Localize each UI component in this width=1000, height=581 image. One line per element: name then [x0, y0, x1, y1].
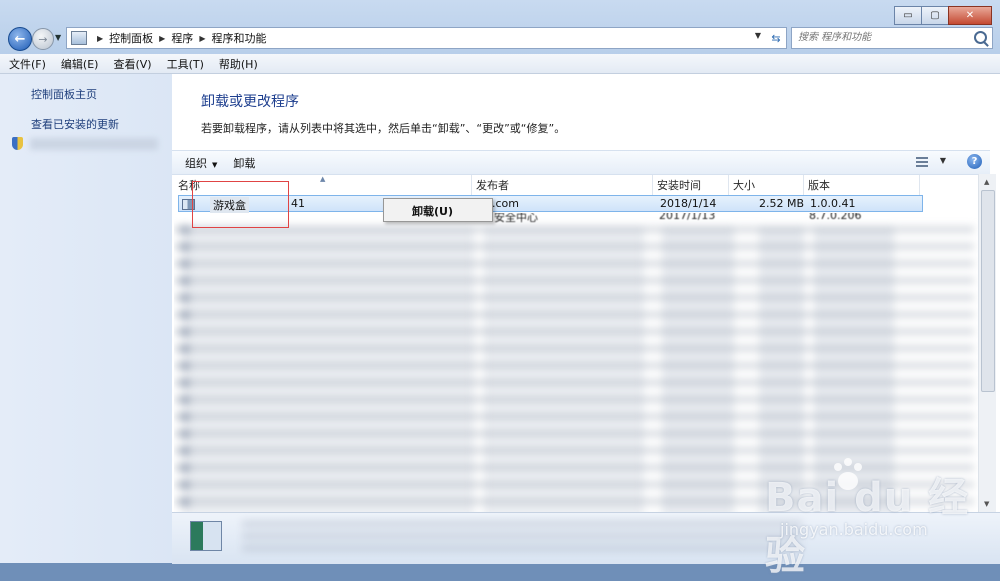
organize-label: 组织 — [185, 156, 207, 170]
blurred-details — [242, 521, 802, 551]
scroll-up-icon[interactable]: ▲ — [984, 178, 989, 186]
back-arrow-icon: ← — [14, 31, 26, 47]
search-icon[interactable] — [974, 31, 987, 44]
address-dropdown-icon[interactable]: ▼ — [755, 31, 761, 40]
highlight-box — [192, 181, 289, 228]
row-install-date: 2017/1/13 — [659, 213, 716, 222]
table-row[interactable]: 安全中心 2017/1/13 8.7.0.206 — [178, 213, 923, 223]
scrollbar-thumb[interactable] — [981, 190, 995, 392]
maximize-button[interactable]: ▢ — [921, 6, 949, 25]
selected-program-icon — [190, 521, 222, 551]
page-title: 卸载或更改程序 — [201, 94, 299, 110]
control-panel-icon — [71, 31, 87, 45]
breadcrumb-control-panel[interactable]: 控制面板 — [109, 30, 153, 46]
help-icon[interactable]: ? — [967, 154, 982, 169]
navigation-bar: ← → ▼ ▶ 控制面板 ▶ 程序 ▶ 程序和功能 ▼ ⇆ — [0, 26, 1000, 51]
program-size: 2.52 MB — [759, 197, 805, 210]
context-menu: 卸载(U) — [383, 198, 493, 222]
breadcrumb-separator-icon[interactable]: ▶ — [159, 34, 165, 43]
back-button[interactable]: ← — [8, 27, 32, 51]
vertical-scrollbar[interactable]: ▲ ▼ — [978, 174, 996, 512]
breadcrumb-separator-icon[interactable]: ▶ — [199, 34, 205, 43]
menu-tools[interactable]: 工具(T) — [158, 56, 210, 72]
view-installed-updates-link[interactable]: 查看已安装的更新 — [31, 116, 119, 132]
sort-ascending-icon: ▲ — [320, 175, 326, 183]
column-header-publisher[interactable]: 发布者 — [472, 175, 653, 195]
minimize-button[interactable]: ▭ — [894, 6, 922, 25]
column-header-version[interactable]: 版本 — [804, 175, 920, 195]
history-dropdown-icon[interactable]: ▼ — [55, 33, 61, 42]
program-publisher: .com — [492, 197, 519, 210]
column-header-install-date[interactable]: 安装时间 — [653, 175, 729, 195]
address-bar[interactable]: ▶ 控制面板 ▶ 程序 ▶ 程序和功能 ▼ — [66, 27, 768, 49]
view-options-icon[interactable] — [916, 157, 928, 167]
menu-view[interactable]: 查看(V) — [104, 56, 157, 72]
blurred-link — [30, 138, 158, 150]
close-button[interactable]: ✕ — [948, 6, 992, 25]
view-dropdown-icon[interactable]: ▼ — [940, 156, 946, 165]
row-version: 8.7.0.206 — [809, 213, 862, 222]
page-description: 若要卸载程序，请从列表中将其选中，然后单击“卸载”、“更改”或“修复”。 — [201, 122, 566, 135]
table-row-selected[interactable]: 游戏盒 41 .com 2018/1/14 2.52 MB 1.0.0.41 — [178, 195, 923, 213]
task-pane: 控制面板主页 查看已安装的更新 — [0, 74, 172, 563]
organize-dropdown-icon: ▼ — [212, 160, 218, 169]
refresh-icon: ⇆ — [771, 31, 781, 45]
breadcrumb-programs-features[interactable]: 程序和功能 — [211, 30, 266, 46]
watermark-url: jingyan.baidu.com — [780, 520, 928, 539]
menu-help[interactable]: 帮助(H) — [210, 56, 264, 72]
menu-edit[interactable]: 编辑(E) — [52, 56, 105, 72]
program-version: 1.0.0.41 — [810, 197, 856, 210]
forward-arrow-icon: → — [38, 32, 48, 46]
control-panel-window: ▭ ▢ ✕ ← → ▼ ▶ 控制面板 ▶ 程序 ▶ 程序和功能 ▼ ⇆ 文件(F… — [0, 0, 1000, 579]
breadcrumb-separator-icon[interactable]: ▶ — [97, 34, 103, 43]
refresh-button[interactable]: ⇆ — [766, 27, 787, 49]
search-input[interactable] — [792, 28, 974, 46]
row-publisher: 安全中心 — [494, 213, 538, 223]
program-name-suffix: 41 — [291, 197, 305, 210]
organize-button[interactable]: 组织 ▼ — [185, 155, 217, 171]
forward-button[interactable]: → — [32, 28, 54, 50]
program-install-date: 2018/1/14 — [660, 197, 717, 210]
menu-file[interactable]: 文件(F) — [0, 56, 52, 72]
control-panel-home-link[interactable]: 控制面板主页 — [31, 86, 97, 102]
uac-shield-icon — [12, 137, 23, 150]
command-bar: 组织 ▼ 卸载 ▼ ? — [172, 150, 990, 175]
blurred-row-icons — [180, 226, 190, 506]
search-box[interactable] — [791, 27, 993, 49]
caption-buttons: ▭ ▢ ✕ — [894, 6, 992, 25]
breadcrumb-programs[interactable]: 程序 — [171, 30, 193, 46]
uninstall-button[interactable]: 卸载 — [233, 155, 255, 171]
list-header: 名称 ▲ 发布者 安装时间 大小 版本 — [174, 175, 990, 195]
menu-bar: 文件(F) 编辑(E) 查看(V) 工具(T) 帮助(H) — [0, 54, 1000, 74]
column-header-size[interactable]: 大小 — [729, 175, 804, 195]
context-menu-uninstall[interactable]: 卸载(U) — [412, 203, 453, 219]
